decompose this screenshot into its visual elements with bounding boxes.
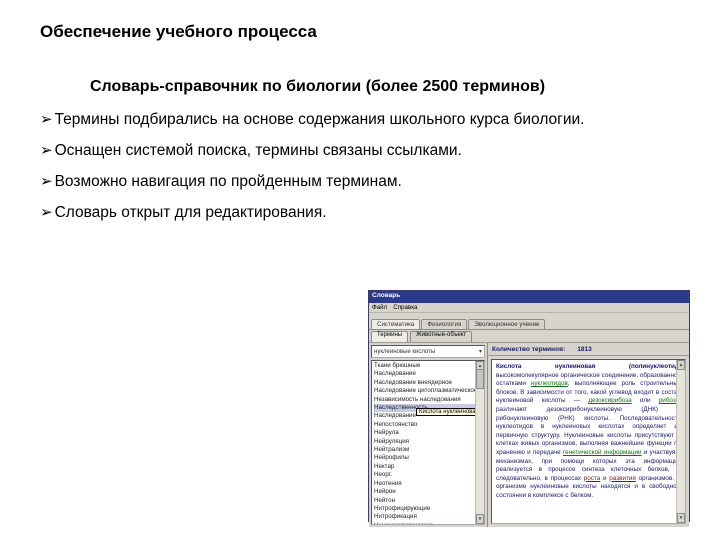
tooltip: Кислота нуклеиновая <box>416 408 482 416</box>
search-input[interactable]: нуклеиновые кислоты ▾ <box>371 345 485 358</box>
search-value: нуклеиновые кислоты <box>374 349 435 355</box>
bullet-item: ➢Термины подбирались на основе содержани… <box>40 110 680 131</box>
bullet-arrow-icon: ➢ <box>40 203 53 223</box>
bullet-text: Термины подбирались на основе содержания… <box>55 110 585 131</box>
count-value: 1813 <box>577 346 591 353</box>
list-item[interactable]: Нитрофикация <box>374 513 482 521</box>
list-item[interactable]: Ткани брюшные <box>374 362 482 370</box>
app-window: Словарь Файл Справка СистематикаФизиологи… <box>368 290 690 522</box>
bullet-arrow-icon: ➢ <box>40 172 53 192</box>
page-subtitle: Словарь-справочник по биологии (более 25… <box>90 78 680 96</box>
bullet-arrow-icon: ➢ <box>40 141 53 161</box>
list-item[interactable]: Нейтрализм <box>374 446 482 454</box>
bullet-list: ➢Термины подбирались на основе содержани… <box>40 110 680 224</box>
list-item[interactable]: Наследование <box>374 370 482 378</box>
scroll-thumb[interactable] <box>476 369 484 389</box>
article-link[interactable]: роста <box>584 475 600 482</box>
app-subtabs: ТерминыЖивотные-объект <box>369 330 689 343</box>
article-text: и <box>600 475 609 482</box>
list-item[interactable]: Непостоянство <box>374 421 482 429</box>
bullet-item: ➢Словарь открыт для редактирования. <box>40 203 680 224</box>
article-link[interactable]: развития <box>609 475 636 482</box>
article-text: или <box>632 397 659 404</box>
bullet-arrow-icon: ➢ <box>40 110 53 130</box>
subtab[interactable]: Животные-объект <box>410 331 472 342</box>
bullet-text: Возможно навигация по пройденным термина… <box>55 172 402 193</box>
list-item[interactable]: Нейруляция <box>374 438 482 446</box>
bullet-text: Словарь открыт для редактирования. <box>55 203 327 224</box>
list-item[interactable]: Ниши экологические <box>374 522 482 525</box>
term-count-header: Количество терминов: 1813 <box>488 343 689 356</box>
tab[interactable]: Эволюционное учение <box>468 319 545 329</box>
list-item[interactable]: Нейтон <box>374 497 482 505</box>
scroll-up-icon[interactable]: ▴ <box>677 360 685 370</box>
scrollbar[interactable]: ▴ ▾ <box>475 361 484 524</box>
bullet-text: Оснащен системой поиска, термины связаны… <box>55 141 462 162</box>
bullet-item: ➢Оснащен системой поиска, термины связан… <box>40 141 680 162</box>
article-link[interactable]: нуклеотидов <box>531 380 568 387</box>
list-item[interactable]: Неотения <box>374 480 482 488</box>
article-link[interactable]: генетической информации <box>563 449 642 456</box>
bullet-item: ➢Возможно навигация по пройденным термин… <box>40 172 680 193</box>
list-item[interactable]: Наследование цитоплазматическое <box>374 387 482 395</box>
page-title: Обеспечение учебного процесса <box>40 22 680 42</box>
scroll-down-icon[interactable]: ▾ <box>677 513 685 523</box>
app-menubar: Файл Справка <box>369 303 689 313</box>
list-item[interactable]: Нитрофицирующие <box>374 505 482 513</box>
menu-item[interactable]: Справка <box>393 304 417 311</box>
article-link[interactable]: дезоксирибоза <box>588 397 631 404</box>
list-item[interactable]: Наследование внеядерное <box>374 379 482 387</box>
chevron-down-icon[interactable]: ▾ <box>479 348 482 355</box>
article-text: , различают дезоксирибонуклеиновую (ДНК)… <box>496 397 681 456</box>
tab[interactable]: Систематика <box>371 319 420 329</box>
scrollbar[interactable]: ▴ ▾ <box>676 360 685 523</box>
app-tabs: СистематикаФизиологияЭволюционное учение <box>369 313 689 330</box>
list-item[interactable]: Независимость наследования <box>374 396 482 404</box>
article-pane: Кислота нуклеиновая (полинуклеотид) высо… <box>491 359 686 524</box>
article-headword: Кислота нуклеиновая (полинуклеотид) <box>496 363 681 370</box>
tab[interactable]: Физиология <box>421 319 467 329</box>
list-item[interactable]: Нейрофилы <box>374 454 482 462</box>
list-item[interactable]: Неорг. <box>374 471 482 479</box>
scroll-down-icon[interactable]: ▾ <box>476 514 484 524</box>
list-item[interactable]: Нейрула <box>374 429 482 437</box>
count-label: Количество терминов: <box>492 346 565 353</box>
app-titlebar: Словарь <box>369 291 689 303</box>
list-item[interactable]: Нейрон <box>374 488 482 496</box>
subtab[interactable]: Термины <box>371 331 408 342</box>
term-list[interactable]: Ткани брюшныеНаследованиеНаследование вн… <box>371 360 485 525</box>
list-item[interactable]: Нектар <box>374 463 482 471</box>
menu-item[interactable]: Файл <box>372 304 387 311</box>
